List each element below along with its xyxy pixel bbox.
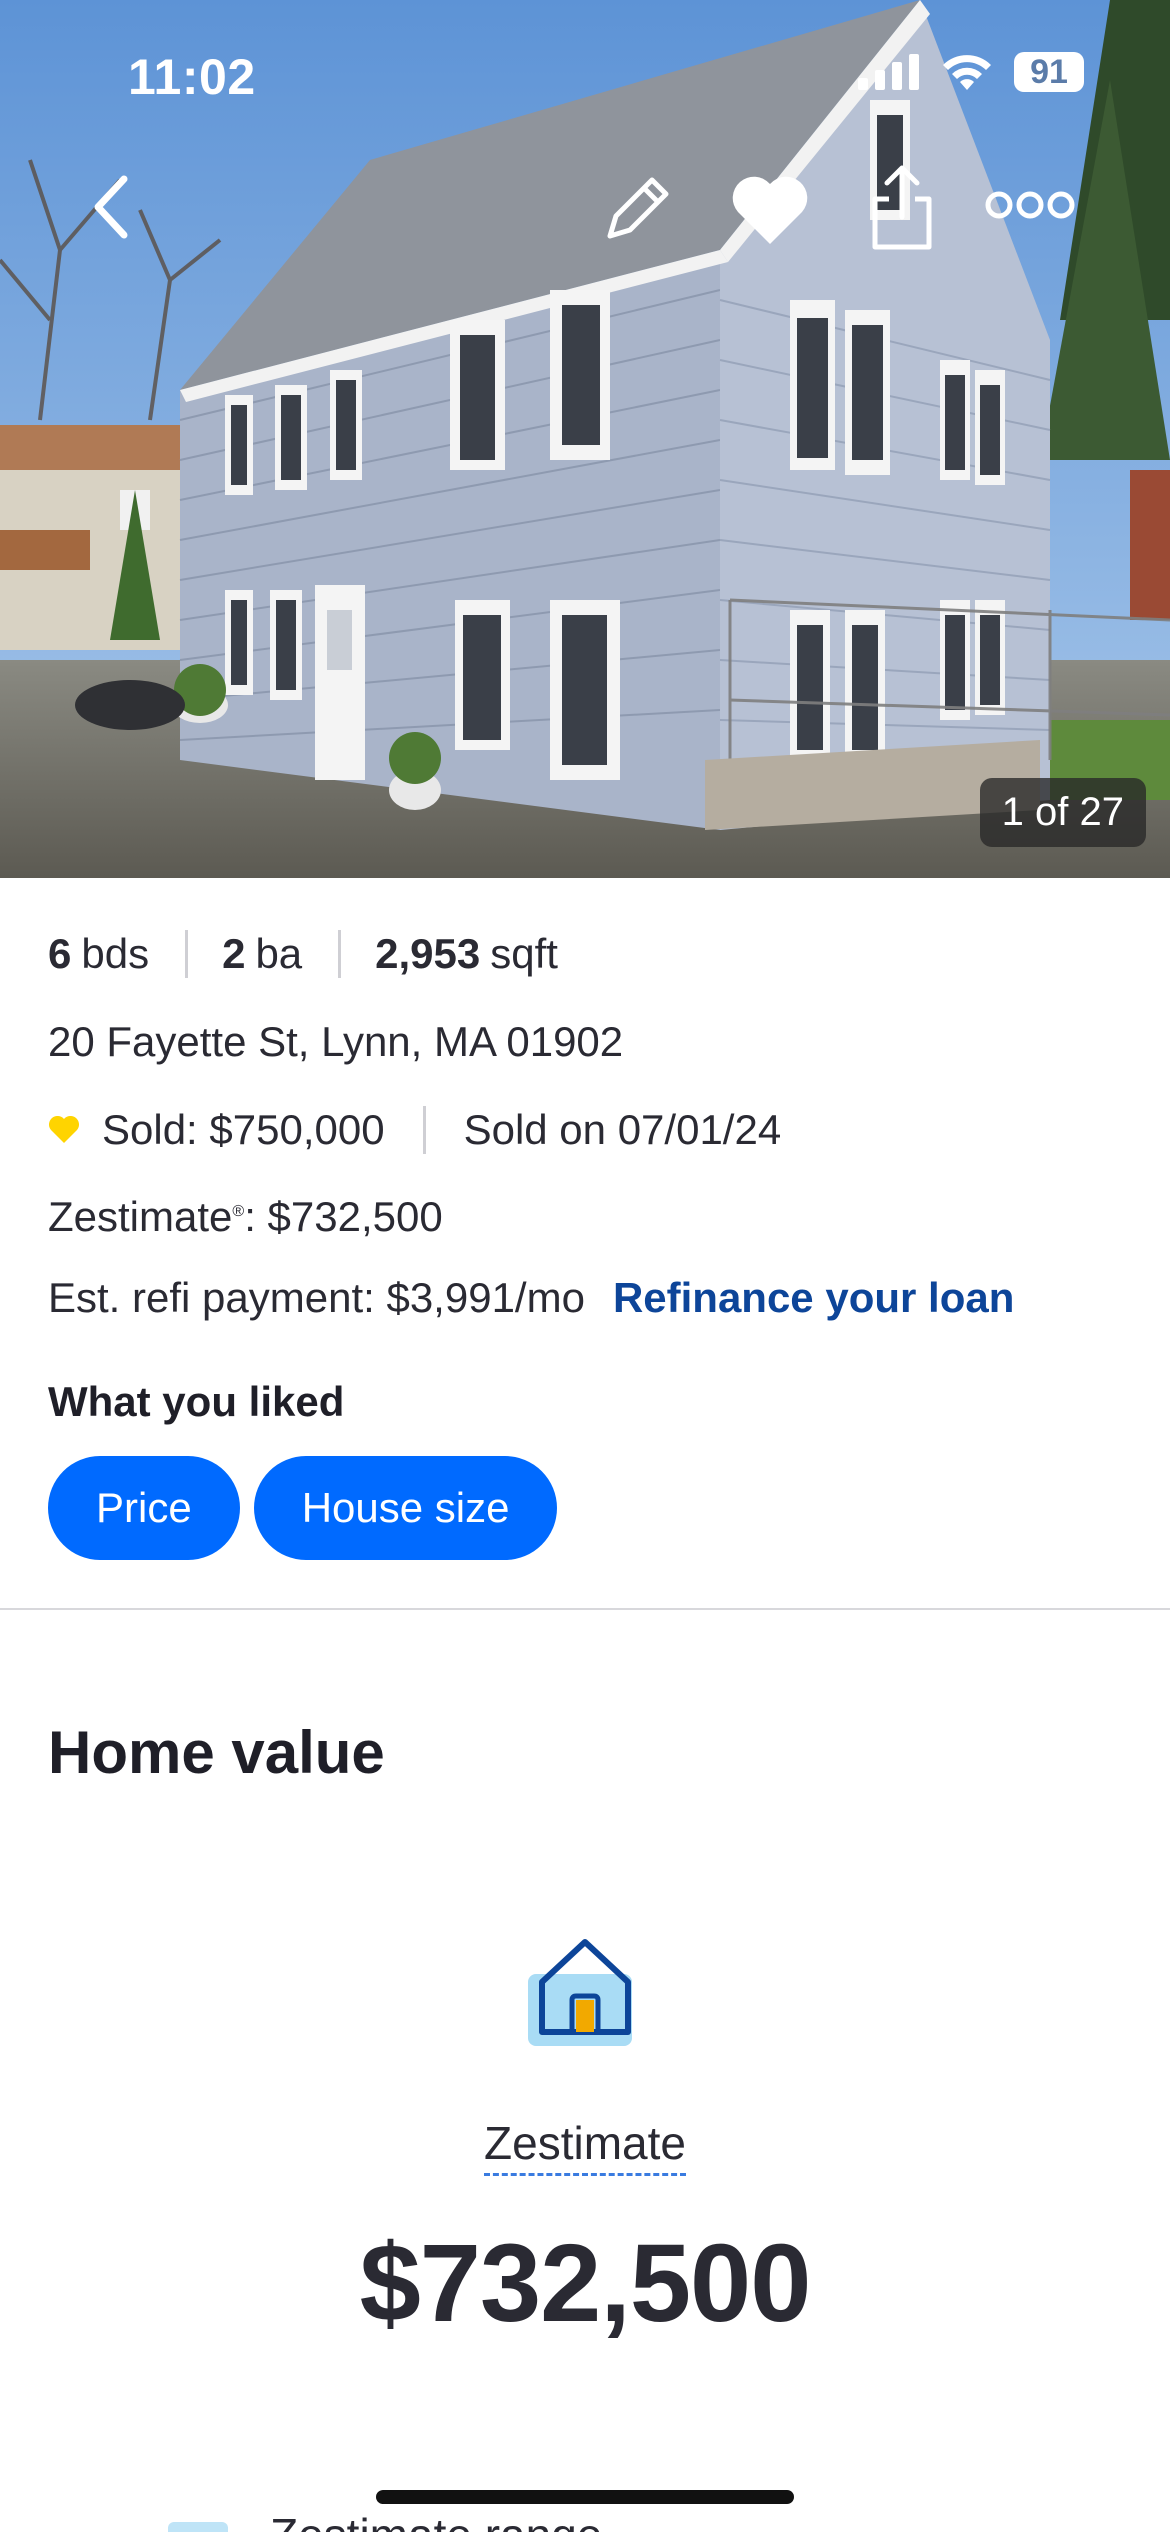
chevron-left-icon [94, 175, 128, 239]
baths-value: 2 [222, 930, 246, 977]
zestimate-heading[interactable]: Zestimate [0, 2116, 1170, 2176]
more-dots-icon [985, 191, 1075, 219]
status-icons: 91 [858, 52, 1084, 92]
liked-chips: Price House size [48, 1456, 558, 1560]
zestimate-value: : $732,500 [244, 1193, 443, 1240]
back-button[interactable] [80, 172, 140, 242]
house-photo [0, 0, 1170, 878]
sqft-unit: sqft [490, 930, 558, 977]
zestimate-label: Zestimate [48, 1193, 233, 1240]
zestimate-range-row: Zestimate range [168, 2508, 602, 2532]
zestimate-line: Zestimate®: $732,500 [48, 1193, 443, 1241]
zestimate-amount: $732,500 [359, 2222, 812, 2345]
house-icon [528, 1939, 632, 2046]
divider [338, 930, 342, 978]
baths-unit: ba [255, 930, 303, 977]
sold-date: Sold on 07/01/24 [463, 1106, 782, 1153]
range-swatch [168, 2522, 228, 2532]
listing-photo[interactable]: 11:02 91 1 of 27 [0, 0, 1170, 878]
divider [422, 1106, 426, 1154]
address: 20 Fayette St, Lynn, MA 01902 [48, 1018, 624, 1065]
beds-value: 6 [48, 930, 72, 977]
edit-button[interactable] [594, 168, 678, 252]
signal-icon [858, 54, 919, 90]
pencil-icon [607, 177, 669, 239]
chip-price[interactable]: Price [48, 1456, 240, 1560]
share-icon [872, 165, 932, 250]
zestimate-heading-label[interactable]: Zestimate [484, 2117, 686, 2176]
chip-house-size[interactable]: House size [253, 1456, 558, 1560]
divider [185, 930, 189, 978]
share-button[interactable] [860, 160, 944, 256]
sold-info: Sold: $750,000 Sold on 07/01/24 [48, 1106, 781, 1154]
sold-price: Sold: $750,000 [102, 1106, 385, 1153]
photo-counter: 1 of 27 [979, 778, 1146, 847]
home-value-icon [520, 1922, 650, 2057]
registered-mark: ® [232, 1203, 245, 1220]
refi-row: Est. refi payment: $3,991/mo Refinance y… [48, 1274, 1014, 1322]
heart-icon [49, 1116, 79, 1143]
wifi-icon [943, 55, 991, 90]
section-divider [0, 1608, 1170, 1610]
home-value-title: Home value [48, 1719, 385, 1786]
what-you-liked-title: What you liked [48, 1378, 345, 1425]
battery-indicator: 91 [1014, 52, 1084, 92]
heart-icon [732, 176, 808, 244]
beds-unit: bds [81, 930, 150, 977]
save-favorite-button[interactable] [724, 168, 816, 252]
sqft-value: 2,953 [375, 930, 481, 977]
refi-payment: Est. refi payment: $3,991/mo [48, 1274, 585, 1321]
zestimate-range-label: Zestimate range [270, 2508, 602, 2532]
home-indicator [376, 2490, 794, 2504]
home-facts: 6 bds 2 ba 2,953 sqft [48, 930, 558, 978]
more-options-button[interactable] [982, 180, 1078, 230]
refinance-link[interactable]: Refinance your loan [613, 1274, 1014, 1322]
status-time: 11:02 [128, 49, 256, 105]
